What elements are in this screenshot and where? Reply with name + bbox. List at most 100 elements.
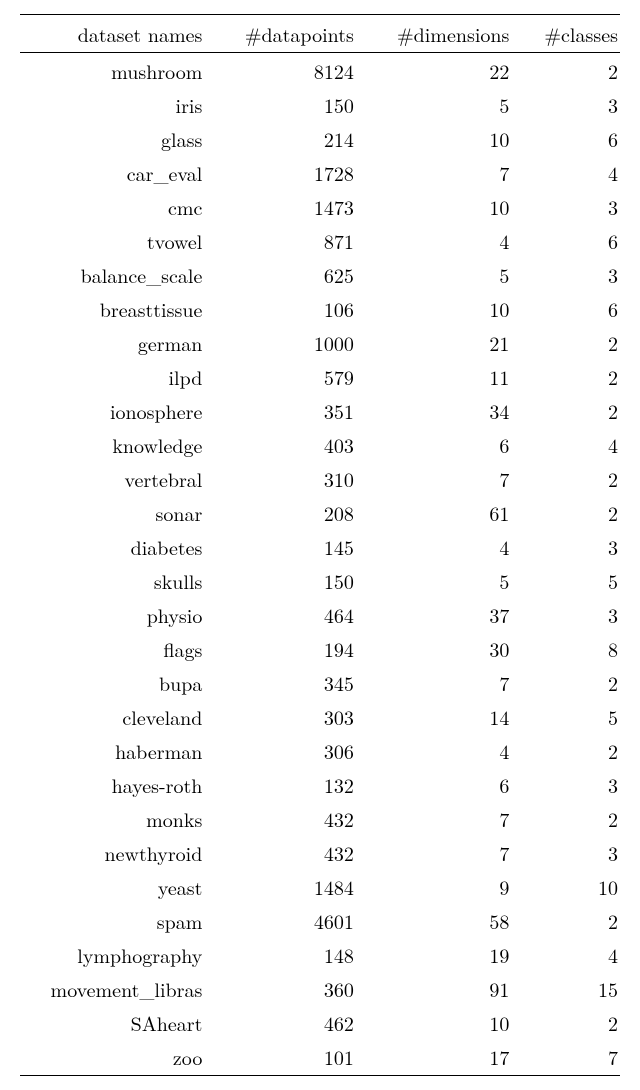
cell-dimensions: 58 <box>364 903 520 937</box>
cell-classes: 2 <box>519 53 620 88</box>
table-row: lymphography148194 <box>20 937 620 971</box>
cell-dimensions: 34 <box>364 393 520 427</box>
cell-dimensions: 11 <box>364 359 520 393</box>
cell-name: diabetes <box>20 529 212 563</box>
cell-name: ilpd <box>20 359 212 393</box>
table-header-row: dataset names #datapoints #dimensions #c… <box>20 15 620 53</box>
table-row: zoo101177 <box>20 1039 620 1075</box>
cell-classes: 5 <box>519 563 620 597</box>
cell-datapoints: 150 <box>212 563 364 597</box>
cell-datapoints: 194 <box>212 631 364 665</box>
cell-datapoints: 464 <box>212 597 364 631</box>
cell-dimensions: 22 <box>364 53 520 88</box>
cell-datapoints: 579 <box>212 359 364 393</box>
cell-name: balance_scale <box>20 257 212 291</box>
cell-dimensions: 61 <box>364 495 520 529</box>
cell-name: newthyroid <box>20 835 212 869</box>
cell-classes: 2 <box>519 801 620 835</box>
cell-name: breasttissue <box>20 291 212 325</box>
cell-dimensions: 10 <box>364 1005 520 1039</box>
cell-classes: 2 <box>519 903 620 937</box>
cell-name: monks <box>20 801 212 835</box>
cell-dimensions: 7 <box>364 801 520 835</box>
table-row: physio464373 <box>20 597 620 631</box>
cell-name: flags <box>20 631 212 665</box>
cell-dimensions: 10 <box>364 291 520 325</box>
cell-dimensions: 19 <box>364 937 520 971</box>
cell-classes: 3 <box>519 767 620 801</box>
cell-datapoints: 8124 <box>212 53 364 88</box>
cell-dimensions: 4 <box>364 529 520 563</box>
cell-classes: 2 <box>519 325 620 359</box>
cell-classes: 2 <box>519 495 620 529</box>
cell-name: zoo <box>20 1039 212 1075</box>
cell-classes: 2 <box>519 733 620 767</box>
cell-classes: 3 <box>519 257 620 291</box>
cell-name: mushroom <box>20 53 212 88</box>
cell-name: ionosphere <box>20 393 212 427</box>
cell-classes: 2 <box>519 1005 620 1039</box>
col-header-datapoints: #datapoints <box>212 15 364 53</box>
cell-classes: 2 <box>519 359 620 393</box>
cell-classes: 3 <box>519 87 620 121</box>
cell-dimensions: 7 <box>364 835 520 869</box>
cell-classes: 4 <box>519 937 620 971</box>
cell-datapoints: 403 <box>212 427 364 461</box>
cell-datapoints: 432 <box>212 835 364 869</box>
cell-datapoints: 871 <box>212 223 364 257</box>
cell-dimensions: 10 <box>364 121 520 155</box>
table-row: german1000212 <box>20 325 620 359</box>
cell-datapoints: 106 <box>212 291 364 325</box>
table-row: knowledge40364 <box>20 427 620 461</box>
cell-name: bupa <box>20 665 212 699</box>
table-row: newthyroid43273 <box>20 835 620 869</box>
cell-name: car_eval <box>20 155 212 189</box>
cell-dimensions: 30 <box>364 631 520 665</box>
table-row: haberman30642 <box>20 733 620 767</box>
cell-name: lymphography <box>20 937 212 971</box>
table-row: breasttissue106106 <box>20 291 620 325</box>
cell-name: glass <box>20 121 212 155</box>
cell-classes: 8 <box>519 631 620 665</box>
cell-name: sonar <box>20 495 212 529</box>
cell-datapoints: 4601 <box>212 903 364 937</box>
table-row: monks43272 <box>20 801 620 835</box>
cell-dimensions: 91 <box>364 971 520 1005</box>
table-row: mushroom8124222 <box>20 53 620 88</box>
cell-datapoints: 306 <box>212 733 364 767</box>
cell-dimensions: 10 <box>364 189 520 223</box>
datasets-table: dataset names #datapoints #dimensions #c… <box>20 14 620 1076</box>
cell-name: spam <box>20 903 212 937</box>
table-row: SAheart462102 <box>20 1005 620 1039</box>
cell-classes: 2 <box>519 665 620 699</box>
col-header-name: dataset names <box>20 15 212 53</box>
cell-dimensions: 37 <box>364 597 520 631</box>
cell-classes: 15 <box>519 971 620 1005</box>
cell-name: movement_libras <box>20 971 212 1005</box>
table-row: diabetes14543 <box>20 529 620 563</box>
cell-name: cleveland <box>20 699 212 733</box>
table-row: flags194308 <box>20 631 620 665</box>
cell-datapoints: 1000 <box>212 325 364 359</box>
cell-datapoints: 214 <box>212 121 364 155</box>
cell-datapoints: 360 <box>212 971 364 1005</box>
table-row: bupa34572 <box>20 665 620 699</box>
cell-datapoints: 1728 <box>212 155 364 189</box>
table-row: spam4601582 <box>20 903 620 937</box>
cell-datapoints: 432 <box>212 801 364 835</box>
table-row: glass214106 <box>20 121 620 155</box>
table-row: sonar208612 <box>20 495 620 529</box>
cell-datapoints: 145 <box>212 529 364 563</box>
cell-classes: 4 <box>519 155 620 189</box>
col-header-classes: #classes <box>519 15 620 53</box>
cell-classes: 6 <box>519 291 620 325</box>
cell-dimensions: 6 <box>364 427 520 461</box>
cell-classes: 10 <box>519 869 620 903</box>
cell-dimensions: 9 <box>364 869 520 903</box>
cell-datapoints: 208 <box>212 495 364 529</box>
cell-name: SAheart <box>20 1005 212 1039</box>
cell-name: tvowel <box>20 223 212 257</box>
cell-name: yeast <box>20 869 212 903</box>
table-row: car_eval172874 <box>20 155 620 189</box>
cell-dimensions: 7 <box>364 155 520 189</box>
